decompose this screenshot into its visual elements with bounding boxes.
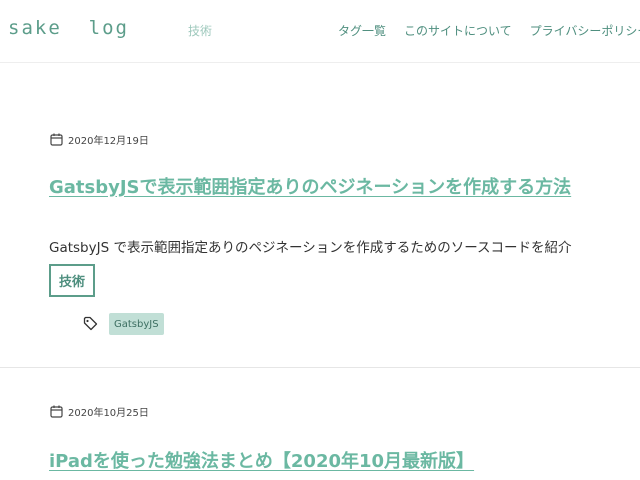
site-logo[interactable]: sake log xyxy=(8,17,129,39)
nav-tags-link[interactable]: タグ一覧 xyxy=(338,22,386,39)
calendar-icon xyxy=(50,133,63,146)
post-date: 2020年12月19日 xyxy=(50,132,149,147)
tag-icon xyxy=(83,316,98,331)
post-card: 2020年10月25日 iPadを使った勉強法まとめ【2020年10月最新版】 xyxy=(0,368,640,480)
nav-privacy-link[interactable]: プライバシーポリシー xyxy=(530,22,640,39)
header-category-link[interactable]: 技術 xyxy=(188,22,212,39)
post-date: 2020年10月25日 xyxy=(50,404,149,419)
post-title-link[interactable]: GatsbyJSで表示範囲指定ありのペジネーションを作成する方法 xyxy=(49,173,571,199)
tag-chip[interactable]: GatsbyJS xyxy=(109,313,164,335)
category-button[interactable]: 技術 xyxy=(49,264,95,297)
main-nav: タグ一覧 このサイトについて プライバシーポリシー xyxy=(338,22,640,39)
post-card: 2020年12月19日 GatsbyJSで表示範囲指定ありのペジネーションを作成… xyxy=(0,62,640,368)
post-date-text: 2020年10月25日 xyxy=(68,408,149,419)
post-title-link[interactable]: iPadを使った勉強法まとめ【2020年10月最新版】 xyxy=(49,447,474,473)
post-excerpt: GatsbyJS で表示範囲指定ありのペジネーションを作成するためのソースコード… xyxy=(49,239,572,256)
post-date-text: 2020年12月19日 xyxy=(68,136,149,147)
nav-about-link[interactable]: このサイトについて xyxy=(404,22,512,39)
site-header: sake log 技術 タグ一覧 このサイトについて プライバシーポリシー xyxy=(0,0,640,63)
calendar-icon xyxy=(50,405,63,418)
